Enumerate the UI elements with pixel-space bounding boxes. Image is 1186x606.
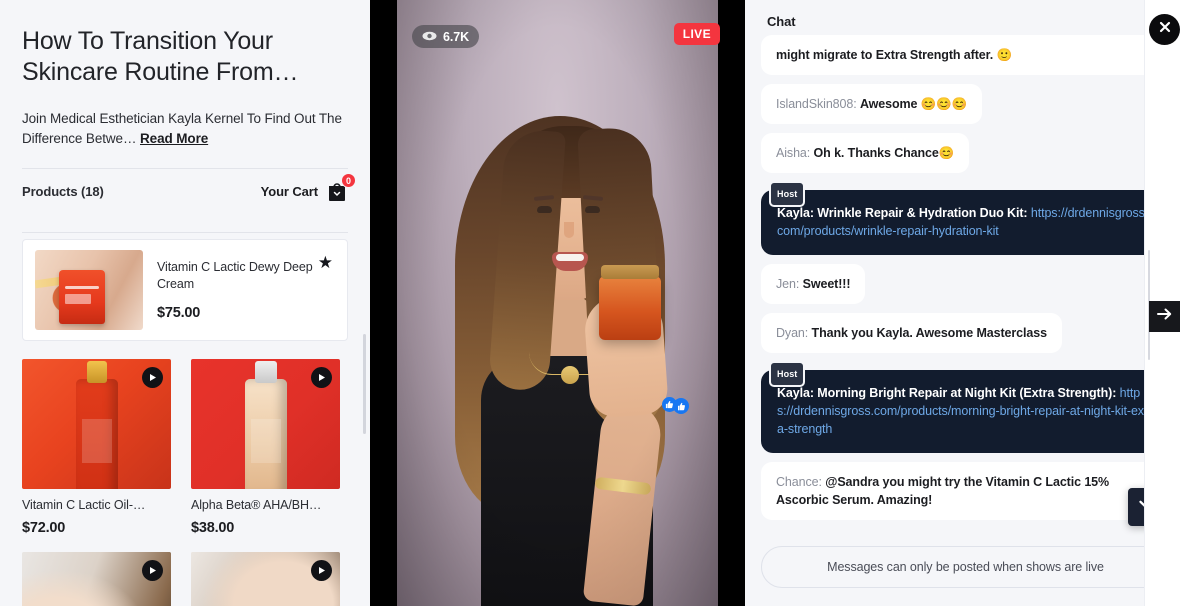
product-name-2: Alpha Beta® AHA/BH… [191, 498, 322, 512]
play-icon[interactable] [311, 560, 332, 581]
live-video-panel[interactable]: 6.7K LIVE [370, 0, 745, 606]
product-card-2[interactable]: Alpha Beta® AHA/BH… $38.00 [191, 359, 340, 536]
cart-count-badge: 0 [341, 173, 356, 188]
arrow-right-icon [1156, 307, 1173, 326]
host-badge: Host [769, 181, 806, 207]
close-icon [1158, 20, 1172, 39]
play-icon[interactable] [311, 367, 332, 388]
cart-button[interactable]: Your Cart 0 [260, 173, 356, 202]
chat-message-author: Kayla: [777, 386, 814, 400]
chat-message-author: Chance: [776, 475, 822, 489]
chat-message-text: Sweet!!! [802, 277, 851, 291]
featured-product-image [35, 250, 143, 330]
chat-message-text: Awesome 😊😊😊 [859, 97, 968, 111]
chat-message-author: IslandSkin808: [776, 97, 857, 111]
chat-footer: Messages can only be posted when shows a… [761, 546, 1170, 588]
chat-message-author: Jen: [776, 277, 800, 291]
host-badge: Host [769, 361, 806, 387]
product-image-3 [22, 552, 171, 606]
products-count-label: Products (18) [22, 183, 104, 199]
cart-label: Your Cart [260, 183, 318, 199]
chat-message: Aisha: Oh k. Thanks Chance😊 [761, 133, 970, 173]
viewer-count-label: 6.7K [443, 29, 470, 44]
next-button[interactable] [1149, 301, 1180, 332]
play-icon[interactable] [142, 367, 163, 388]
featured-product-name: Vitamin C Lactic Dewy Deep Cream [157, 260, 313, 291]
chat-message-text: might migrate to Extra Strength after. 🙂 [776, 48, 1012, 62]
live-label: LIVE [682, 27, 711, 41]
show-description: Join Medical Esthetician Kayla Kernel To… [22, 109, 348, 149]
viewer-count-badge[interactable]: 6.7K [412, 25, 480, 48]
chat-message-host: Host Kayla: Morning Bright Repair at Nig… [761, 361, 1170, 453]
products-toolbar: Products (18) Your Cart 0 [22, 169, 356, 213]
chat-message: Dyan: Thank you Kayla. Awesome Mastercla… [761, 313, 1062, 353]
product-price-2: $38.00 [191, 520, 235, 536]
right-rail [1144, 0, 1186, 606]
chat-message-text: Thank you Kayla. Awesome Masterclass [811, 326, 1048, 340]
reaction-like-icon [673, 398, 689, 414]
live-shopping-app: How To Transition Your Skincare Routine … [0, 0, 1186, 606]
product-card-1[interactable]: Vitamin C Lactic Oil-… $72.00 [22, 359, 171, 536]
chat-message: might migrate to Extra Strength after. 🙂 [761, 35, 1170, 75]
product-price-1: $72.00 [22, 520, 66, 536]
featured-product-card[interactable]: Vitamin C Lactic Dewy Deep Cream $75.00 … [22, 239, 348, 341]
chat-message-text: Wrinkle Repair & Hydration Duo Kit: [817, 206, 1028, 220]
chat-message-text: @Sandra you might try the Vitamin C Lact… [776, 475, 1110, 507]
product-list-scrollbar[interactable] [363, 334, 366, 434]
close-button[interactable] [1149, 14, 1180, 45]
product-image-4 [191, 552, 340, 606]
product-card-4[interactable] [191, 552, 340, 606]
read-more-link[interactable]: Read More [140, 131, 208, 146]
chat-message-list[interactable]: might migrate to Extra Strength after. 🙂… [761, 35, 1170, 520]
chat-message-author: Dyan: [776, 326, 809, 340]
video-stage [397, 0, 718, 606]
product-grid-scroll[interactable]: Vitamin C Lactic Oil-… $72.00 Alpha Beta… [22, 359, 348, 606]
star-icon[interactable]: ★ [318, 254, 333, 271]
divider-2 [22, 232, 348, 233]
product-grid: Vitamin C Lactic Oil-… $72.00 Alpha Beta… [22, 359, 348, 606]
chat-title: Chat [767, 14, 796, 29]
chat-message: Jen: Sweet!!! [761, 264, 866, 304]
show-info-panel: How To Transition Your Skincare Routine … [0, 0, 370, 606]
product-image-1 [22, 359, 171, 489]
chat-disabled-note[interactable]: Messages can only be posted when shows a… [761, 546, 1170, 588]
chat-message-author: Kayla: [777, 206, 814, 220]
featured-product-price: $75.00 [157, 305, 201, 321]
product-name-1: Vitamin C Lactic Oil-… [22, 498, 146, 512]
page-title: How To Transition Your Skincare Routine … [22, 27, 299, 86]
shopping-bag-icon: 0 [326, 173, 356, 202]
chat-message-host: Host Kayla: Wrinkle Repair & Hydration D… [761, 181, 1170, 255]
product-card-3[interactable] [22, 552, 171, 606]
play-icon[interactable] [142, 560, 163, 581]
live-badge[interactable]: LIVE [673, 23, 720, 45]
chat-message-text: Morning Bright Repair at Night Kit (Extr… [817, 386, 1117, 400]
eye-icon [422, 30, 437, 44]
chat-message: Chance: @Sandra you might try the Vitami… [761, 462, 1170, 520]
chat-message-text: Oh k. Thanks Chance😊 [813, 146, 955, 160]
chat-message: IslandSkin808: Awesome 😊😊😊 [761, 84, 983, 124]
chat-message-author: Aisha: [776, 146, 811, 160]
chat-panel: Chat might migrate to Extra Strength aft… [745, 0, 1186, 606]
product-image-2 [191, 359, 340, 489]
